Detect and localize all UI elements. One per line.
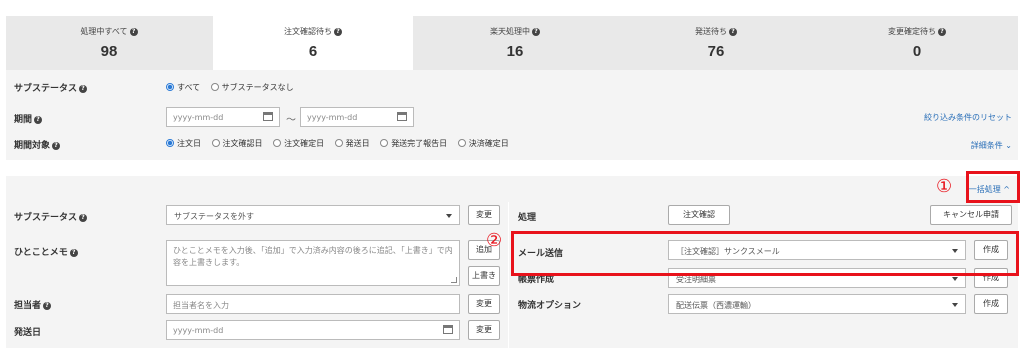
bulk-substatus-change-button[interactable]: 変更	[468, 205, 500, 225]
process-label: 処理	[518, 213, 537, 223]
tab-awaiting-change-confirmation[interactable]: 変更確定待ち? 0	[816, 16, 1018, 70]
resize-handle-icon[interactable]	[451, 277, 457, 283]
period-to-input[interactable]: yyyy-mm-dd	[300, 107, 414, 127]
detail-conditions-link[interactable]: 詳細条件 ⌄	[971, 140, 1012, 151]
period-target-label: 期間対象	[14, 141, 51, 151]
radio-option[interactable]: 発送完了報告日	[380, 139, 447, 148]
chevron-down-icon	[952, 303, 958, 307]
radio-icon	[380, 139, 389, 147]
help-icon[interactable]: ?	[334, 28, 342, 36]
tab-count: 0	[912, 43, 922, 60]
tab-label: 注文確認待ち	[284, 27, 332, 36]
status-tabs: 処理中すべて? 98 注文確認待ち? 6 楽天処理中? 16 発送待ち? 76 …	[6, 14, 1018, 70]
radio-option[interactable]: サブステータスなし	[210, 83, 294, 92]
help-icon[interactable]: ?	[79, 214, 88, 222]
bulk-toggle-bar: 一括処理 ^	[6, 176, 1018, 202]
bulk-memo-label: ひとことメモ	[14, 248, 68, 258]
logistics-create-button[interactable]: 作成	[974, 294, 1008, 314]
radio-option[interactable]: すべて	[166, 83, 200, 92]
memo-overwrite-button[interactable]: 上書き	[468, 266, 500, 286]
calendar-icon[interactable]	[263, 112, 273, 121]
tab-awaiting-shipment[interactable]: 発送待ち? 76	[616, 16, 816, 70]
chevron-down-icon	[446, 214, 452, 218]
calendar-icon[interactable]	[443, 325, 453, 334]
bulk-substatus-label: サブステータス	[14, 213, 78, 223]
help-icon[interactable]: ?	[729, 28, 737, 36]
radio-option[interactable]: 注文日	[166, 139, 201, 148]
tab-count: 98	[100, 43, 118, 60]
chevron-down-icon	[952, 277, 958, 281]
logistics-label: 物流オプション	[518, 301, 582, 311]
bulk-substatus-select[interactable]: サブステータスを外す	[166, 205, 460, 225]
tab-count: 76	[707, 43, 725, 60]
annotation-box-mail-send	[511, 231, 1019, 276]
help-icon[interactable]: ?	[69, 249, 78, 257]
bulk-ship-date-label: 発送日	[14, 328, 42, 338]
period-target-radio-group: 注文日 注文確認日 注文確定日 発送日 発送完了報告日 決済確定日	[166, 138, 517, 149]
tab-awaiting-confirmation[interactable]: 注文確認待ち? 6	[213, 14, 413, 70]
reset-filters-link[interactable]: 絞り込み条件のリセット	[924, 112, 1012, 123]
bulk-memo-textarea[interactable]: ひとことメモを入力後、「追加」で入力済み内容の後ろに追記、「上書き」で内容を上書…	[166, 240, 460, 286]
help-icon[interactable]: ?	[52, 142, 61, 150]
filter-panel: サブステータス? すべて サブステータスなし 期間? yyyy-mm-dd 〜 …	[6, 70, 1018, 160]
radio-selected-icon	[166, 83, 174, 91]
help-icon[interactable]: ?	[43, 302, 52, 310]
tab-count: 16	[506, 43, 524, 60]
bulk-assignee-label: 担当者	[14, 301, 42, 311]
assignee-change-button[interactable]: 変更	[468, 294, 500, 314]
ship-date-input[interactable]: yyyy-mm-dd	[166, 320, 460, 340]
period-from-input[interactable]: yyyy-mm-dd	[166, 107, 280, 127]
tab-all-processing[interactable]: 処理中すべて? 98	[6, 16, 212, 70]
radio-option[interactable]: 注文確認日	[211, 139, 263, 148]
radio-icon	[211, 139, 220, 147]
help-icon[interactable]: ?	[938, 28, 946, 36]
period-separator: 〜	[286, 115, 296, 126]
radio-option[interactable]: 決済確定日	[457, 139, 509, 148]
radio-icon	[457, 139, 466, 147]
radio-option[interactable]: 発送日	[334, 139, 370, 148]
radio-icon	[273, 139, 282, 147]
tab-label: 発送待ち	[695, 27, 727, 36]
tab-rakuten-processing[interactable]: 楽天処理中? 16	[414, 16, 616, 70]
substatus-radio-group: すべて サブステータスなし	[166, 82, 302, 93]
radio-option[interactable]: 注文確定日	[273, 139, 324, 148]
radio-selected-icon	[166, 139, 174, 147]
radio-icon	[210, 83, 219, 91]
tab-count: 6	[308, 43, 318, 60]
tab-label: 楽天処理中	[490, 27, 530, 36]
radio-icon	[334, 139, 343, 147]
help-icon[interactable]: ?	[34, 116, 43, 124]
help-icon[interactable]: ?	[79, 85, 88, 93]
bulk-divider	[508, 202, 509, 348]
assignee-input[interactable]: 担当者名を入力	[166, 294, 460, 314]
annotation-marker-2: ②	[486, 230, 503, 251]
ship-date-change-button[interactable]: 変更	[468, 320, 500, 340]
period-label: 期間	[14, 115, 33, 125]
logistics-select[interactable]: 配送伝票（西濃運輸）	[668, 294, 966, 314]
order-confirm-button[interactable]: 注文確認	[668, 205, 730, 225]
help-icon[interactable]: ?	[532, 28, 540, 36]
calendar-icon[interactable]	[397, 112, 407, 121]
cancel-request-button[interactable]: キャンセル申請	[930, 205, 1012, 225]
help-icon[interactable]: ?	[129, 28, 138, 36]
annotation-marker-1: ①	[936, 176, 953, 197]
tab-label: 処理中すべて	[80, 27, 128, 36]
substatus-filter-label: サブステータス	[14, 84, 78, 94]
tab-label: 変更確定待ち	[888, 27, 936, 36]
annotation-box-bulk-toggle	[966, 171, 1020, 203]
